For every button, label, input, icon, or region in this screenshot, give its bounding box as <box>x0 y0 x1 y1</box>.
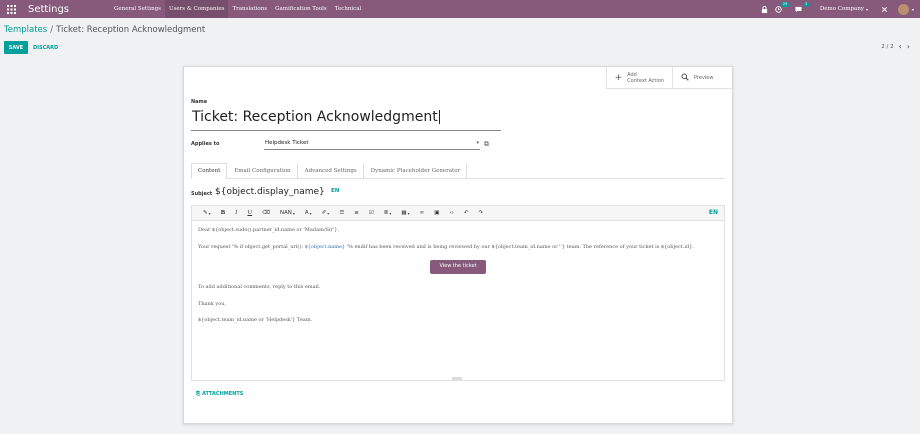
pager: 2 / 2 ‹ › <box>881 43 910 51</box>
comments-paragraph: To add additional comments, reply to thi… <box>198 284 321 290</box>
underline-button[interactable]: U <box>242 206 257 221</box>
name-label: Name <box>191 99 208 105</box>
font-color-icon: A <box>304 210 309 216</box>
activity-icon[interactable]: 29 <box>772 0 789 18</box>
tab-dynamic-placeholder-generator[interactable]: Dynamic Placeholder Generator <box>364 163 468 179</box>
resize-handle[interactable] <box>452 377 462 380</box>
breadcrumb-separator: / <box>50 25 54 35</box>
menu-general-settings[interactable]: General Settings <box>110 0 165 18</box>
attachments-button[interactable]: ⎘ ATTACHMENTS <box>196 391 243 397</box>
font-size-dropdown[interactable]: NAN ▾ <box>275 206 300 221</box>
tab-advanced-settings[interactable]: Advanced Settings <box>298 163 364 179</box>
paperclip-icon: ⎘ <box>196 391 201 397</box>
tab-content[interactable]: Content <box>191 163 228 179</box>
discard-button[interactable]: DISCARD <box>33 41 58 54</box>
numbered-list-icon[interactable]: ≡ <box>349 206 364 221</box>
activity-badge: 29 <box>781 2 789 7</box>
name-field[interactable]: Ticket: Reception Acknowledgment <box>191 109 501 131</box>
applies-to-label: Applies to <box>191 141 220 147</box>
magic-wand-icon: ✎ <box>203 210 208 216</box>
lock-icon[interactable] <box>758 0 772 18</box>
editor-language-button[interactable]: EN <box>709 209 718 216</box>
applies-to-field[interactable]: Helpdesk Ticket ▾ <box>264 140 480 150</box>
link-icon[interactable]: ∞ <box>415 206 430 221</box>
chevron-down-icon: ▾ <box>865 6 868 12</box>
style-dropdown[interactable]: ✎ ▾ <box>198 206 216 221</box>
pager-previous-icon[interactable]: ‹ <box>899 43 902 51</box>
subject-language-button[interactable]: EN <box>331 188 339 194</box>
editor-body[interactable]: Dear ${object.sudo().partner_id.name or … <box>192 221 724 340</box>
checklist-icon[interactable]: ☑ <box>364 206 379 221</box>
image-icon[interactable]: ▣ <box>429 206 444 221</box>
editor-toolbar: ✎ ▾ B I U ⌫ NAN ▾ A ▾ ✐ ▾ ☰ ≡ ☑ ≣ ▾ ▦ ▾ ∞ ▣ ‹›… <box>192 206 724 221</box>
form-content: Name Ticket: Reception Acknowledgment Ap… <box>183 0 733 434</box>
code-view-icon[interactable]: ‹› <box>444 206 458 221</box>
company-name: Demo Company <box>819 6 864 12</box>
table-icon: ▦ <box>401 210 407 216</box>
font-color-dropdown[interactable]: A ▾ <box>300 206 317 221</box>
request-text-highlight: ${object.name} <box>304 243 346 250</box>
pager-next-icon[interactable]: › <box>907 43 910 51</box>
systray: 29 3 Demo Company ▾ ▾ <box>758 0 920 18</box>
undo-icon[interactable]: ↶ <box>459 206 474 221</box>
app-title[interactable]: Settings <box>28 4 92 15</box>
highlight-color-dropdown[interactable]: ✐ ▾ <box>317 206 335 221</box>
request-paragraph: Your request '% if object.get_portal_url… <box>198 244 718 252</box>
greeting-paragraph: Dear ${object.sudo().partner_id.name or … <box>198 227 340 233</box>
tab-email-configuration[interactable]: Email Configuration <box>227 163 298 179</box>
request-text-before: Your request '% if object.get_portal_url… <box>198 243 305 250</box>
paragraph-dropdown[interactable]: ≣ ▾ <box>379 206 397 221</box>
subject-label: Subject <box>191 191 213 197</box>
messages-badge: 3 <box>803 2 809 7</box>
italic-button[interactable]: I <box>230 206 242 221</box>
breadcrumb: Templates / Ticket: Reception Acknowledg… <box>4 25 205 35</box>
attachments-label: ATTACHMENTS <box>202 391 244 397</box>
bullet-list-icon[interactable]: ☰ <box>334 206 349 221</box>
save-button[interactable]: SAVE <box>4 41 28 54</box>
redo-icon[interactable]: ↷ <box>473 206 488 221</box>
applies-to-value: Helpdesk Ticket <box>265 140 309 146</box>
bold-button[interactable]: B <box>216 206 231 221</box>
notebook-tabs: Content Email Configuration Advanced Set… <box>191 163 725 179</box>
dropdown-caret-icon[interactable]: ▾ <box>476 140 479 146</box>
avatar[interactable] <box>897 3 909 15</box>
apps-menu-icon[interactable] <box>0 0 22 18</box>
view-ticket-button[interactable]: View the ticket <box>430 260 486 274</box>
messages-icon[interactable]: 3 <box>792 0 809 18</box>
html-editor: ✎ ▾ B I U ⌫ NAN ▾ A ▾ ✐ ▾ ☰ ≡ ☑ ≣ ▾ ▦ ▾ ∞ ▣ ‹›… <box>191 205 725 381</box>
paint-brush-icon: ✐ <box>321 210 327 216</box>
eraser-icon[interactable]: ⌫ <box>257 206 275 221</box>
debug-tools-icon[interactable] <box>878 0 892 18</box>
text-caret <box>438 110 440 124</box>
table-dropdown[interactable]: ▦ ▾ <box>396 206 414 221</box>
thanks-paragraph: Thank you, <box>198 300 227 307</box>
font-size-value: NAN <box>279 210 292 216</box>
subject-field[interactable]: ${object.display_name} <box>215 187 325 197</box>
name-value: Ticket: Reception Acknowledgment <box>192 109 438 125</box>
align-icon: ≣ <box>383 210 389 216</box>
request-text-after: '% endif has been received and is being … <box>345 243 694 250</box>
external-link-icon[interactable]: ⧉ <box>484 140 489 149</box>
pager-value[interactable]: 2 / 2 <box>881 44 893 50</box>
user-menu-chevron-icon[interactable]: ▾ <box>912 7 914 12</box>
breadcrumb-templates[interactable]: Templates <box>4 25 47 35</box>
signature-paragraph: ${object.team_id.name or 'Helpdesk'} Tea… <box>198 317 313 323</box>
company-switcher[interactable]: Demo Company ▾ <box>820 6 868 12</box>
